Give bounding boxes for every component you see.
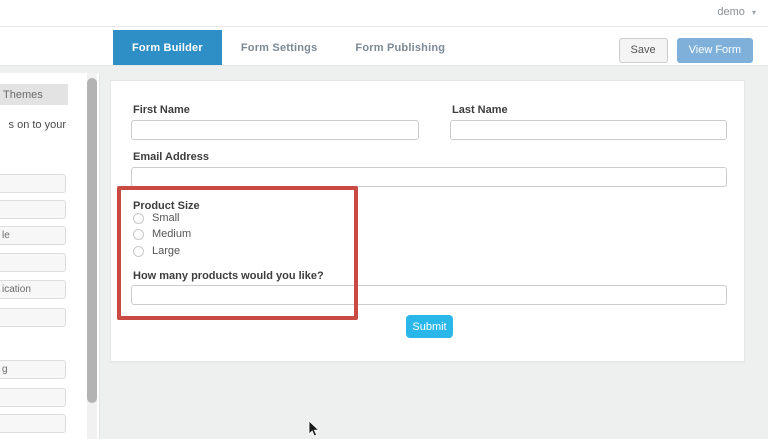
- submit-button[interactable]: Submit: [406, 315, 453, 338]
- radio-option-label: Small: [152, 212, 180, 224]
- quantity-label: How many products would you like?: [133, 270, 324, 282]
- radio-button-icon[interactable]: [133, 212, 144, 224]
- field-type-button[interactable]: [0, 253, 66, 272]
- field-type-button[interactable]: [0, 308, 66, 327]
- tab-form-builder[interactable]: Form Builder: [113, 30, 222, 65]
- sidebar-hint-text: s on to your: [8, 119, 66, 131]
- sidebar-fields-panel: Themes s on to your le ication g: [0, 73, 100, 439]
- email-input[interactable]: [131, 167, 727, 187]
- tab-form-settings[interactable]: Form Settings: [222, 30, 337, 65]
- mouse-cursor-icon: [308, 420, 320, 439]
- scrollbar-thumb[interactable]: [87, 78, 97, 403]
- radio-button-icon[interactable]: [133, 245, 144, 257]
- save-button[interactable]: Save: [618, 38, 668, 63]
- radio-option-large[interactable]: Large: [133, 245, 180, 257]
- first-name-label: First Name: [133, 104, 190, 116]
- user-account-menu[interactable]: demo ▾: [717, 6, 756, 18]
- last-name-label: Last Name: [452, 104, 508, 116]
- sidebar-scrollbar[interactable]: [87, 73, 97, 439]
- field-type-button[interactable]: [0, 174, 66, 193]
- user-menu-label: demo: [717, 6, 745, 18]
- field-type-button[interactable]: [0, 414, 66, 433]
- radio-button-icon[interactable]: [133, 228, 144, 240]
- field-type-button[interactable]: le: [0, 226, 66, 245]
- last-name-input[interactable]: [450, 120, 727, 140]
- tab-form-publishing[interactable]: Form Publishing: [336, 30, 464, 65]
- radio-option-label: Large: [152, 245, 181, 257]
- radio-option-small[interactable]: Small: [133, 212, 180, 224]
- sidebar-tab-themes[interactable]: Themes: [0, 84, 68, 105]
- first-name-input[interactable]: [131, 120, 419, 140]
- tab-bar: Form Builder Form Settings Form Publishi…: [113, 30, 464, 65]
- toolbar-actions: Save View Form: [618, 38, 753, 63]
- field-type-button[interactable]: [0, 388, 66, 407]
- toolbar: Form Builder Form Settings Form Publishi…: [0, 27, 768, 66]
- email-label: Email Address: [133, 151, 210, 163]
- product-size-label: Product Size: [133, 200, 200, 212]
- top-bar: demo ▾: [0, 0, 768, 27]
- view-form-button[interactable]: View Form: [676, 38, 753, 63]
- form-canvas: First Name Last Name Email Address Produ…: [110, 80, 745, 362]
- field-type-button[interactable]: [0, 200, 66, 219]
- radio-option-medium[interactable]: Medium: [133, 228, 191, 240]
- quantity-input[interactable]: [131, 285, 727, 305]
- radio-option-label: Medium: [152, 228, 192, 240]
- chevron-down-icon: ▾: [751, 8, 756, 17]
- field-type-button[interactable]: ication: [0, 280, 66, 299]
- field-type-button[interactable]: g: [0, 360, 66, 379]
